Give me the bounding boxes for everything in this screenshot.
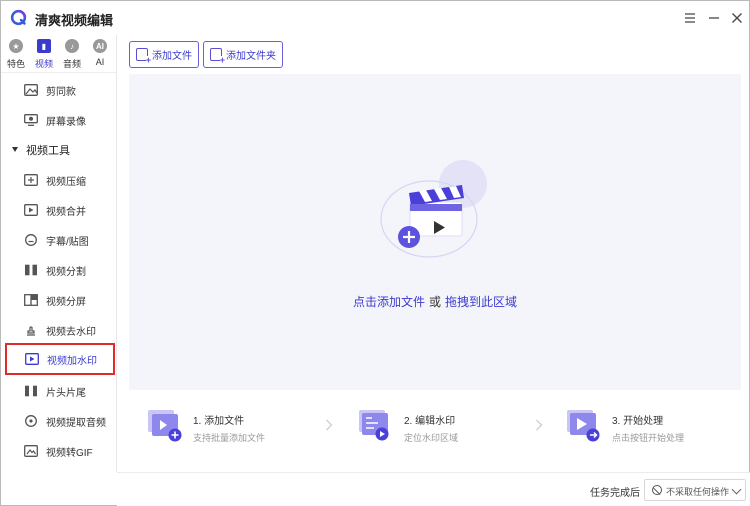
- sidebar-item-label: 视频提取音频: [46, 417, 106, 429]
- step-desc: 点击按钮开始处理: [612, 433, 685, 443]
- step-edit-watermark: 2. 编辑水印 定位水印区域: [358, 406, 508, 446]
- sidebar-item-template[interactable]: 剪同款: [1, 75, 117, 105]
- drop-zone[interactable]: 点击添加文件或拖拽到此区域: [129, 74, 741, 390]
- step-start-process: 3. 开始处理 点击按钮开始处理: [566, 406, 726, 446]
- sidebar-item-gif[interactable]: 视频转GIF: [1, 436, 117, 466]
- sidebar-group-video-tools[interactable]: 视频工具: [1, 135, 117, 165]
- click-add-file-link[interactable]: 点击添加文件: [353, 295, 425, 309]
- tab-label: 视频: [34, 59, 53, 69]
- title-bar: 清爽视频编辑: [1, 1, 750, 35]
- chevron-right-icon: [326, 419, 333, 431]
- step-title: 3. 开始处理: [612, 416, 664, 427]
- minimize-icon[interactable]: [706, 10, 722, 26]
- sidebar-item-label: 片头片尾: [46, 387, 86, 399]
- screen-record-icon: [24, 114, 38, 126]
- sidebar-item-compress[interactable]: 视频压缩: [1, 165, 117, 195]
- sidebar-item-label: 视频合并: [46, 206, 86, 218]
- sidebar: ★ 特色 ▮ 视频 ♪ 音频 AI AI 剪同款 屏幕录像 视频工具 视频压缩 …: [1, 35, 117, 472]
- sidebar-item-label: 视频分割: [46, 266, 86, 278]
- sidebar-item-label: 视频加水印: [47, 355, 97, 367]
- split-screen-icon: [24, 294, 38, 306]
- close-icon[interactable]: [729, 10, 745, 26]
- add-folder-label: 添加文件夹: [226, 51, 276, 62]
- sidebar-item-add-watermark[interactable]: 视频加水印: [5, 343, 115, 375]
- sidebar-item-label: 视频压缩: [46, 176, 86, 188]
- sidebar-item-intro-outro[interactable]: 片头片尾: [1, 376, 117, 406]
- step-title: 1. 添加文件: [193, 416, 245, 427]
- remove-watermark-icon: [27, 326, 35, 336]
- step-desc: 定位水印区域: [404, 433, 459, 443]
- ai-icon: AI: [93, 39, 107, 53]
- film-icon: ▮: [37, 39, 51, 53]
- tab-label: AI: [95, 57, 105, 67]
- star-icon: ★: [9, 39, 23, 53]
- sidebar-item-remove-watermark[interactable]: 视频去水印: [1, 315, 117, 345]
- sidebar-item-split[interactable]: 视频分割: [1, 255, 117, 285]
- tab-ai[interactable]: AI AI: [86, 39, 114, 71]
- sidebar-item-label: 剪同款: [46, 86, 76, 98]
- add-folder-button[interactable]: 添加文件夹: [203, 41, 283, 68]
- add-file-icon: [136, 48, 151, 65]
- sidebar-item-screen-record[interactable]: 屏幕录像: [1, 105, 117, 135]
- sidebar-item-merge[interactable]: 视频合并: [1, 195, 117, 225]
- chevron-right-icon: [536, 419, 543, 431]
- sidebar-item-split-screen[interactable]: 视频分屏: [1, 285, 117, 315]
- merge-icon: [24, 204, 38, 216]
- gif-icon: [24, 445, 38, 457]
- split-icon: [25, 264, 37, 276]
- sidebar-item-label: 视频去水印: [46, 326, 96, 338]
- status-bar: 任务完成后 不采取任何操作: [117, 472, 750, 506]
- sidebar-group-label: 视频工具: [26, 145, 70, 157]
- tab-featured[interactable]: ★ 特色: [2, 39, 30, 71]
- step-title: 2. 编辑水印: [404, 416, 456, 427]
- step-add-file: 1. 添加文件 支持批量添加文件: [147, 406, 297, 446]
- menu-icon[interactable]: [682, 10, 698, 26]
- drag-here-link: 拖拽到此区域: [445, 295, 518, 309]
- start-process-step-icon: [567, 410, 600, 442]
- sidebar-item-label: 屏幕录像: [46, 116, 86, 128]
- image-icon: [24, 84, 38, 96]
- sidebar-tabs: ★ 特色 ▮ 视频 ♪ 音频 AI AI: [1, 35, 117, 73]
- sidebar-item-label: 视频分屏: [46, 296, 86, 308]
- app-window: 清爽视频编辑 ★ 特色 ▮ 视频 ♪ 音频 AI AI 剪同款 屏幕录像 视频工…: [0, 0, 750, 506]
- tab-video[interactable]: ▮ 视频: [30, 39, 58, 71]
- add-watermark-icon: [25, 353, 39, 365]
- after-task-value: 不采取任何操作: [666, 487, 730, 497]
- app-logo-icon: [10, 9, 27, 26]
- caret-down-icon: [12, 147, 18, 152]
- add-file-step-icon: [148, 410, 182, 442]
- tab-label: 音频: [62, 59, 81, 69]
- music-icon: ♪: [65, 39, 79, 53]
- drop-hint: 点击添加文件或拖拽到此区域: [129, 293, 741, 310]
- tab-audio[interactable]: ♪ 音频: [58, 39, 86, 71]
- extract-audio-icon: [25, 415, 37, 427]
- video-clapper-illustration-icon: [380, 160, 487, 258]
- tab-label: 特色: [6, 59, 25, 69]
- subtitle-icon: [25, 234, 37, 246]
- compress-icon: [24, 174, 38, 186]
- sidebar-item-subtitle[interactable]: 字幕/贴图: [1, 225, 117, 255]
- or-text: 或: [428, 295, 441, 309]
- add-folder-icon: [210, 48, 225, 65]
- add-file-label: 添加文件: [152, 51, 192, 62]
- edit-watermark-step-icon: [359, 410, 389, 441]
- after-task-label: 任务完成后: [590, 488, 640, 499]
- step-desc: 支持批量添加文件: [193, 433, 266, 443]
- chevron-down-icon: [731, 484, 742, 495]
- intro-outro-icon: [25, 385, 37, 397]
- sidebar-item-extract-audio[interactable]: 视频提取音频: [1, 406, 117, 436]
- sidebar-item-label: 视频转GIF: [46, 447, 93, 459]
- app-title: 清爽视频编辑: [35, 13, 114, 28]
- after-task-select[interactable]: 不采取任何操作: [644, 479, 746, 501]
- ban-icon: [652, 485, 662, 495]
- add-file-button[interactable]: 添加文件: [129, 41, 199, 68]
- sidebar-item-label: 字幕/贴图: [46, 236, 89, 248]
